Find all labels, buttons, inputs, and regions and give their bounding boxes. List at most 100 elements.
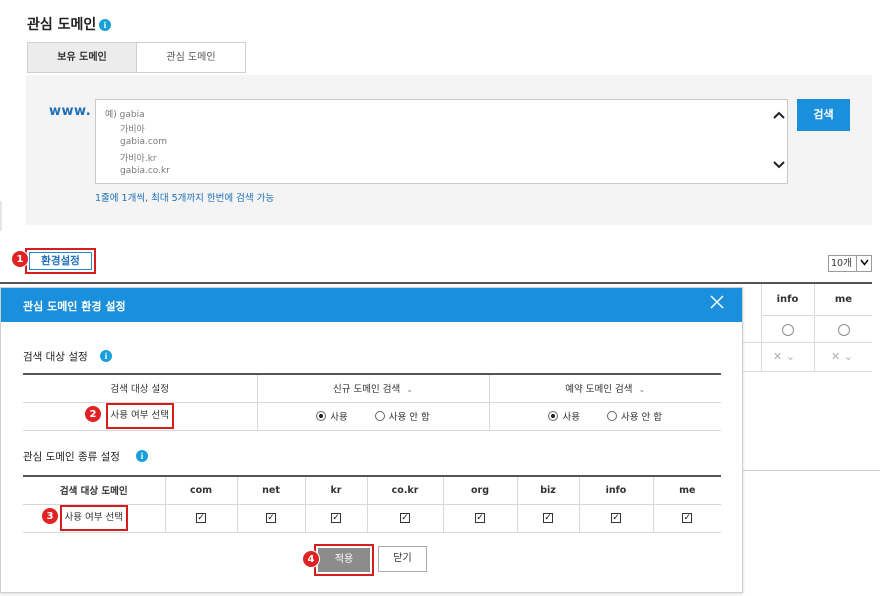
radio-selected-icon (548, 411, 559, 421)
placeholder-line: 예) gabia (105, 110, 145, 120)
radio-label: 사용 안 함 (621, 412, 662, 423)
column-header-reserved-domain[interactable]: 예약 도메인 검색 ⌄ (489, 373, 721, 403)
checkbox-com[interactable]: ✓ (196, 513, 206, 523)
placeholder-line: 가비아.kr (120, 154, 157, 164)
section-title-domain-types: 관심 도메인 종류 설정 (23, 451, 120, 463)
column-header: co.kr (367, 475, 444, 505)
checkbox-info[interactable]: ✓ (611, 513, 621, 523)
radio-option-use[interactable]: 사용 (316, 411, 348, 423)
scroll-down-icon[interactable] (773, 160, 785, 170)
apply-button-label: 적용 (318, 548, 370, 572)
radio-option[interactable] (838, 324, 850, 336)
step-badge: 2 (84, 405, 102, 423)
reserved-domain-options: 사용 사용 안 함 (489, 402, 721, 431)
table-header-row: 검색 대상 도메인 com net kr co.kr org biz info … (23, 475, 721, 505)
step-badge: 3 (41, 507, 59, 525)
chevron-down-icon: ⌄ (638, 385, 646, 395)
column-header-label: 예약 도메인 검색 (565, 384, 633, 396)
modal-header: 관심 도메인 환경 설정 (1, 288, 742, 322)
radio-icon (374, 411, 385, 421)
table-top-border (0, 282, 872, 284)
checkbox-me[interactable]: ✓ (682, 513, 693, 523)
chevron-down-icon (856, 256, 871, 271)
close-button[interactable]: 닫기 (378, 546, 427, 572)
column-header: org (443, 475, 518, 505)
divider (742, 342, 872, 343)
column-header: kr (305, 475, 368, 505)
info-icon[interactable]: i (99, 19, 111, 31)
use-select-label: 사용 여부 선택 (59, 505, 128, 531)
column-header: net (237, 475, 306, 505)
search-button[interactable]: 검색 (797, 99, 850, 131)
checkbox-cell: ✓ (237, 504, 306, 533)
checkbox-cell: ✓ (443, 504, 518, 533)
status-dropdown[interactable]: ✕ ⌄ (831, 350, 853, 363)
settings-button[interactable]: 환경설정 (25, 248, 96, 274)
new-domain-options: 사용 사용 안 함 (257, 402, 490, 431)
step-badge: 4 (302, 550, 320, 568)
section-title-search-target: 검색 대상 설정 (23, 351, 88, 363)
page-size-select[interactable]: 10개 (828, 255, 872, 272)
radio-label: 사용 (562, 412, 580, 423)
settings-button-label: 환경설정 (41, 255, 80, 267)
radio-label: 사용 (330, 412, 348, 423)
radio-option[interactable] (782, 324, 794, 336)
placeholder-line: gabia.co.kr (120, 166, 170, 176)
checkbox-cell: ✓ (165, 504, 238, 533)
use-select-label: 사용 여부 선택 (105, 403, 174, 429)
page-size-value: 10개 (831, 258, 852, 269)
column-header-label: 신규 도메인 검색 (333, 384, 401, 396)
column-header-info: info (762, 284, 813, 316)
row-label-cell: 사용 여부 선택 (23, 402, 258, 431)
divider (742, 470, 880, 471)
info-icon[interactable]: i (136, 450, 148, 462)
domain-search-textarea[interactable]: 예) gabia 가비아 gabia.com 가비아.kr gabia.co.k… (95, 99, 788, 184)
modal-title: 관심 도메인 환경 설정 (23, 300, 126, 313)
divider (0, 201, 2, 231)
step-badge: 1 (11, 250, 29, 268)
checkbox-kr[interactable]: ✓ (331, 513, 341, 523)
settings-modal: 관심 도메인 환경 설정 검색 대상 설정 i 검색 대상 설정 신규 도메인 … (0, 287, 743, 593)
checkbox-biz[interactable]: ✓ (543, 513, 553, 523)
table-row: 사용 여부 선택 사용 사용 안 함 사용 사용 안 함 (23, 402, 721, 431)
column-header: com (165, 475, 238, 505)
checkbox-cell: ✓ (517, 504, 580, 533)
radio-selected-icon (316, 411, 327, 421)
tab-interest-domains[interactable]: 관심 도메인 (136, 42, 246, 73)
table-header-row: 검색 대상 설정 신규 도메인 검색 ⌄ 예약 도메인 검색 ⌄ (23, 373, 721, 403)
checkbox-org[interactable]: ✓ (475, 513, 485, 523)
placeholder-line: gabia.com (120, 137, 168, 147)
www-prefix-label: www. (49, 104, 92, 119)
column-header-new-domain[interactable]: 신규 도메인 검색 ⌄ (257, 373, 490, 403)
chevron-down-icon: ⌄ (406, 385, 413, 395)
column-header: biz (517, 475, 580, 505)
table-row: 사용 여부 선택 ✓ ✓ ✓ ✓ ✓ ✓ ✓ ✓ (23, 504, 721, 533)
checkbox-cell: ✓ (653, 504, 721, 533)
domain-type-table: 검색 대상 도메인 com net kr co.kr org biz info … (23, 475, 721, 533)
checkbox-cell: ✓ (305, 504, 368, 533)
search-target-table: 검색 대상 설정 신규 도메인 검색 ⌄ 예약 도메인 검색 ⌄ 사용 여부 선택 … (23, 373, 721, 431)
info-icon[interactable]: i (100, 350, 112, 362)
divider (742, 371, 872, 372)
close-icon[interactable] (709, 294, 725, 310)
column-header: 검색 대상 설정 (23, 373, 258, 403)
column-header: info (579, 475, 654, 505)
checkbox-cell: ✓ (579, 504, 654, 533)
radio-option-no-use[interactable]: 사용 안 함 (607, 411, 662, 423)
radio-icon (607, 411, 617, 421)
column-header-label: 검색 대상 설정 (110, 384, 169, 396)
radio-label: 사용 안 함 (388, 412, 430, 423)
checkbox-co-kr[interactable]: ✓ (400, 513, 410, 523)
column-header: 검색 대상 도메인 (23, 475, 166, 505)
tab-owned-domains[interactable]: 보유 도메인 (27, 42, 137, 73)
status-dropdown[interactable]: ✕ ⌄ (773, 350, 795, 363)
search-hint: 1줄에 1개씩, 최대 5개까지 한번에 검색 가능 (95, 193, 275, 204)
apply-button[interactable]: 적용 (314, 544, 374, 576)
radio-option-use[interactable]: 사용 (548, 411, 580, 423)
radio-option-no-use[interactable]: 사용 안 함 (374, 411, 430, 423)
column-header-me: me (815, 284, 872, 316)
placeholder-line: 가비아 (120, 125, 145, 135)
checkbox-net[interactable]: ✓ (266, 513, 276, 523)
page-title: 관심 도메인 (27, 17, 97, 33)
scroll-up-icon[interactable] (773, 110, 785, 120)
